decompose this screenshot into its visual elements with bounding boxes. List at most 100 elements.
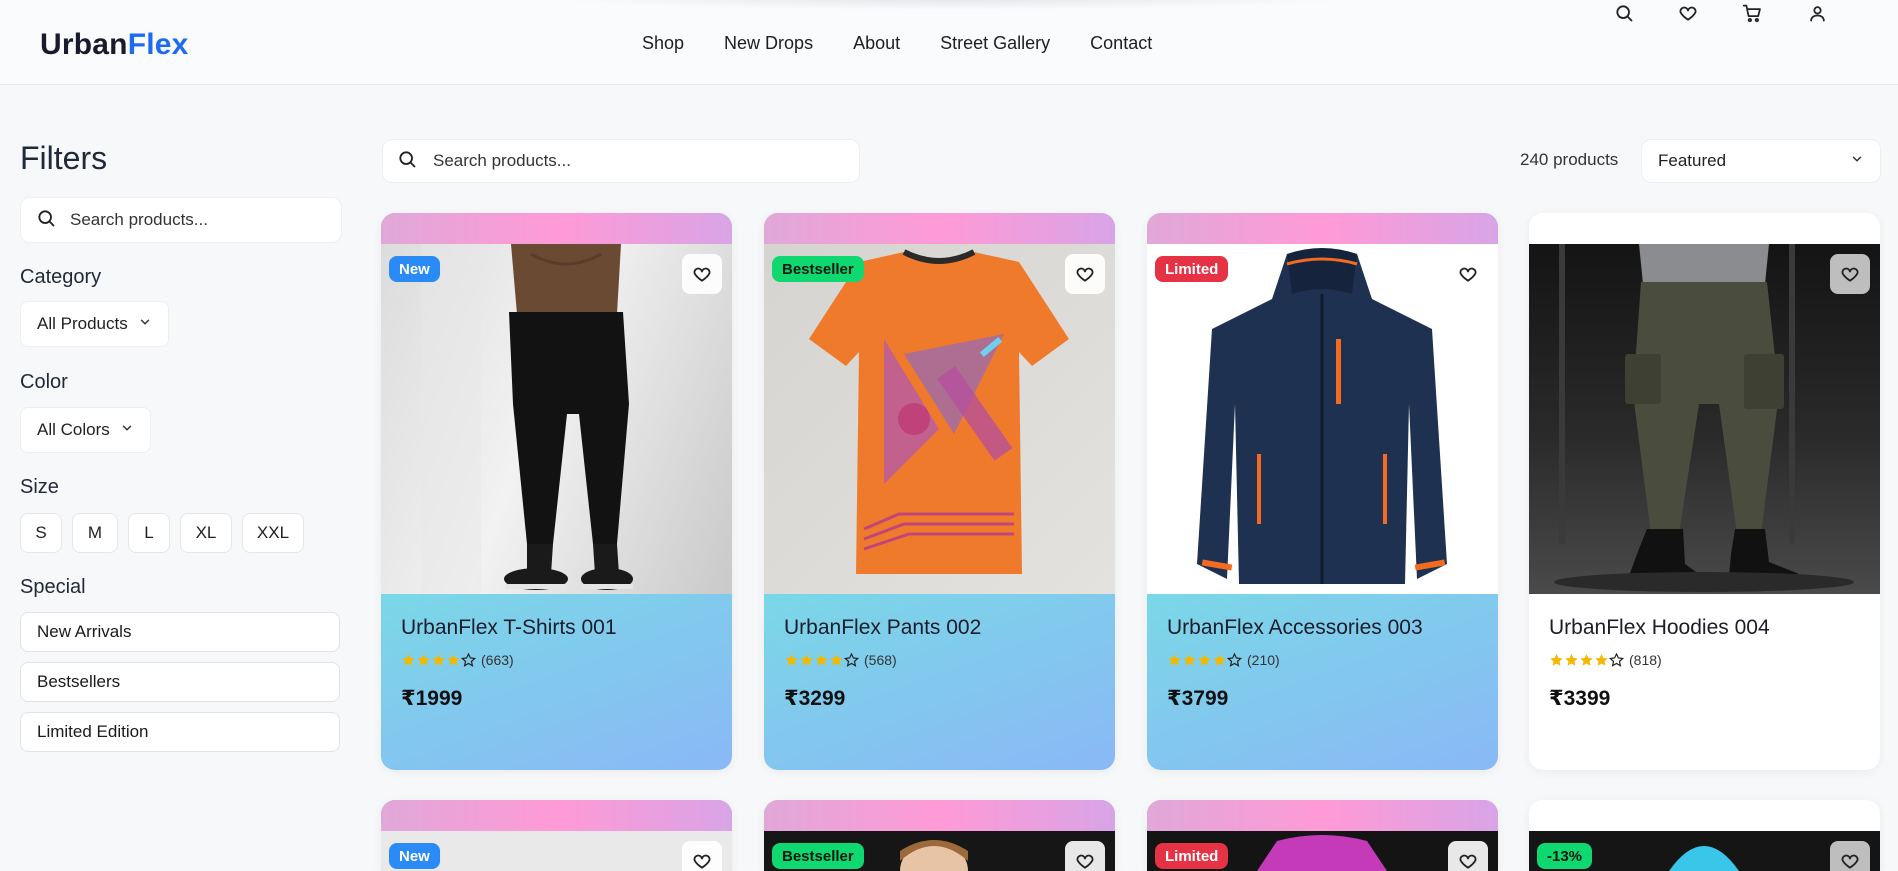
heart-icon <box>693 854 711 869</box>
user-icon[interactable] <box>1804 0 1830 26</box>
nav-new-drops[interactable]: New Drops <box>724 33 813 54</box>
card-top-strip <box>381 213 732 244</box>
heart-icon <box>1841 267 1859 282</box>
product-name[interactable]: UrbanFlex Pants 002 <box>784 616 1095 640</box>
product-image[interactable]: -13% <box>1529 831 1880 871</box>
size-m[interactable]: M <box>72 513 118 553</box>
card-top-strip <box>1147 213 1498 244</box>
nav-about[interactable]: About <box>853 33 900 54</box>
product-price: ₹1999 <box>401 687 463 710</box>
wishlist-button[interactable] <box>1065 254 1105 294</box>
product-card[interactable]: New UrbanFlex T-Shirts 001 (663) ₹1999 <box>381 213 732 770</box>
product-card[interactable]: -13% <box>1529 800 1880 871</box>
product-image[interactable]: Limited <box>1147 244 1498 594</box>
badge-bestseller: Bestseller <box>772 843 864 869</box>
card-top-strip <box>764 800 1115 831</box>
card-top-strip <box>1147 800 1498 831</box>
product-price: ₹3399 <box>1549 687 1611 710</box>
product-rating: (210) <box>1167 652 1478 668</box>
product-image[interactable] <box>1529 244 1880 594</box>
heart-icon[interactable] <box>1675 0 1701 26</box>
wishlist-button[interactable] <box>1448 841 1488 871</box>
sort-select-value: Featured <box>1658 151 1727 170</box>
search-icon <box>36 208 56 233</box>
badge-discount: -13% <box>1537 843 1593 869</box>
filters-title: Filters <box>20 140 108 176</box>
product-image[interactable]: Limited <box>1147 831 1498 871</box>
main-nav: Shop New Drops About Street Gallery Cont… <box>642 33 1152 54</box>
wishlist-button[interactable] <box>682 254 722 294</box>
product-image[interactable]: Bestseller <box>764 244 1115 594</box>
nav-contact[interactable]: Contact <box>1090 33 1152 54</box>
wishlist-button[interactable] <box>1830 254 1870 294</box>
product-name[interactable]: UrbanFlex Hoodies 004 <box>1549 616 1860 640</box>
product-card[interactable]: Bestseller UrbanFlex Pants 002 (568) ₹32… <box>764 213 1115 770</box>
category-select-value: All Products <box>37 314 128 333</box>
heart-icon <box>1076 854 1094 869</box>
product-name[interactable]: UrbanFlex Accessories 003 <box>1167 616 1478 640</box>
size-xxl[interactable]: XXL <box>242 513 304 553</box>
star-rating-icon <box>1167 652 1243 668</box>
sidebar-search-input[interactable]: Search products... <box>20 197 342 243</box>
header: UrbanFlex Shop New Drops About Street Ga… <box>0 0 1898 85</box>
product-rating: (568) <box>784 652 1095 668</box>
heart-icon <box>1076 267 1094 282</box>
nav-street-gallery[interactable]: Street Gallery <box>940 33 1050 54</box>
logo-part-flex: Flex <box>127 28 189 61</box>
star-rating-icon <box>1549 652 1625 668</box>
star-rating-icon <box>784 652 860 668</box>
filter-limited-edition[interactable]: Limited Edition <box>20 712 340 752</box>
size-s[interactable]: S <box>20 513 62 553</box>
chevron-down-icon <box>1850 151 1864 171</box>
sort-select[interactable]: Featured <box>1641 139 1881 183</box>
filter-new-arrivals[interactable]: New Arrivals <box>20 612 340 652</box>
nav-shop[interactable]: Shop <box>642 33 684 54</box>
chevron-down-icon <box>120 420 134 440</box>
filter-bestsellers[interactable]: Bestsellers <box>20 662 340 702</box>
color-select[interactable]: All Colors <box>20 407 151 453</box>
product-card[interactable]: Bestseller <box>764 800 1115 871</box>
product-card[interactable]: UrbanFlex Hoodies 004 (818) ₹3399 <box>1529 213 1880 770</box>
logo-part-urban: Urban <box>40 28 128 61</box>
rating-count: (210) <box>1247 652 1280 668</box>
badge-bestseller: Bestseller <box>772 256 864 282</box>
header-glow <box>540 0 1360 10</box>
size-label: Size <box>20 476 59 498</box>
product-price: ₹3799 <box>1167 687 1229 710</box>
color-select-value: All Colors <box>37 420 110 439</box>
product-info: UrbanFlex Hoodies 004 (818) ₹3399 <box>1529 594 1880 770</box>
product-card[interactable]: Limited <box>1147 800 1498 871</box>
heart-icon <box>1841 854 1859 869</box>
product-card[interactable]: Limited UrbanFlex Accessories 003 (210) … <box>1147 213 1498 770</box>
product-image[interactable]: New <box>381 831 732 871</box>
product-image[interactable]: New <box>381 244 732 594</box>
category-select[interactable]: All Products <box>20 301 169 347</box>
wishlist-button[interactable] <box>1448 254 1488 294</box>
product-count: 240 products <box>1520 150 1619 169</box>
wishlist-button[interactable] <box>1830 841 1870 871</box>
product-price: ₹3299 <box>784 687 846 710</box>
search-icon <box>397 149 417 174</box>
wishlist-button[interactable] <box>682 841 722 871</box>
card-top-strip <box>764 213 1115 244</box>
search-icon[interactable] <box>1611 0 1637 26</box>
product-search-input[interactable]: Search products... <box>382 139 860 183</box>
wishlist-button[interactable] <box>1065 841 1105 871</box>
size-xl[interactable]: XL <box>180 513 232 553</box>
product-name[interactable]: UrbanFlex T-Shirts 001 <box>401 616 712 640</box>
product-image[interactable]: Bestseller <box>764 831 1115 871</box>
card-top-strip <box>1529 213 1880 244</box>
rating-count: (818) <box>1629 652 1662 668</box>
cart-icon[interactable] <box>1739 0 1765 26</box>
card-top-strip <box>381 800 732 831</box>
badge-new: New <box>389 256 440 282</box>
product-card[interactable]: New <box>381 800 732 871</box>
product-info: UrbanFlex T-Shirts 001 (663) ₹1999 <box>381 594 732 770</box>
heart-icon <box>693 267 711 282</box>
category-label: Category <box>20 266 102 288</box>
size-l[interactable]: L <box>128 513 170 553</box>
star-rating-icon <box>401 652 477 668</box>
rating-count: (568) <box>864 652 897 668</box>
badge-limited: Limited <box>1155 843 1229 869</box>
logo[interactable]: UrbanFlex <box>40 28 189 62</box>
